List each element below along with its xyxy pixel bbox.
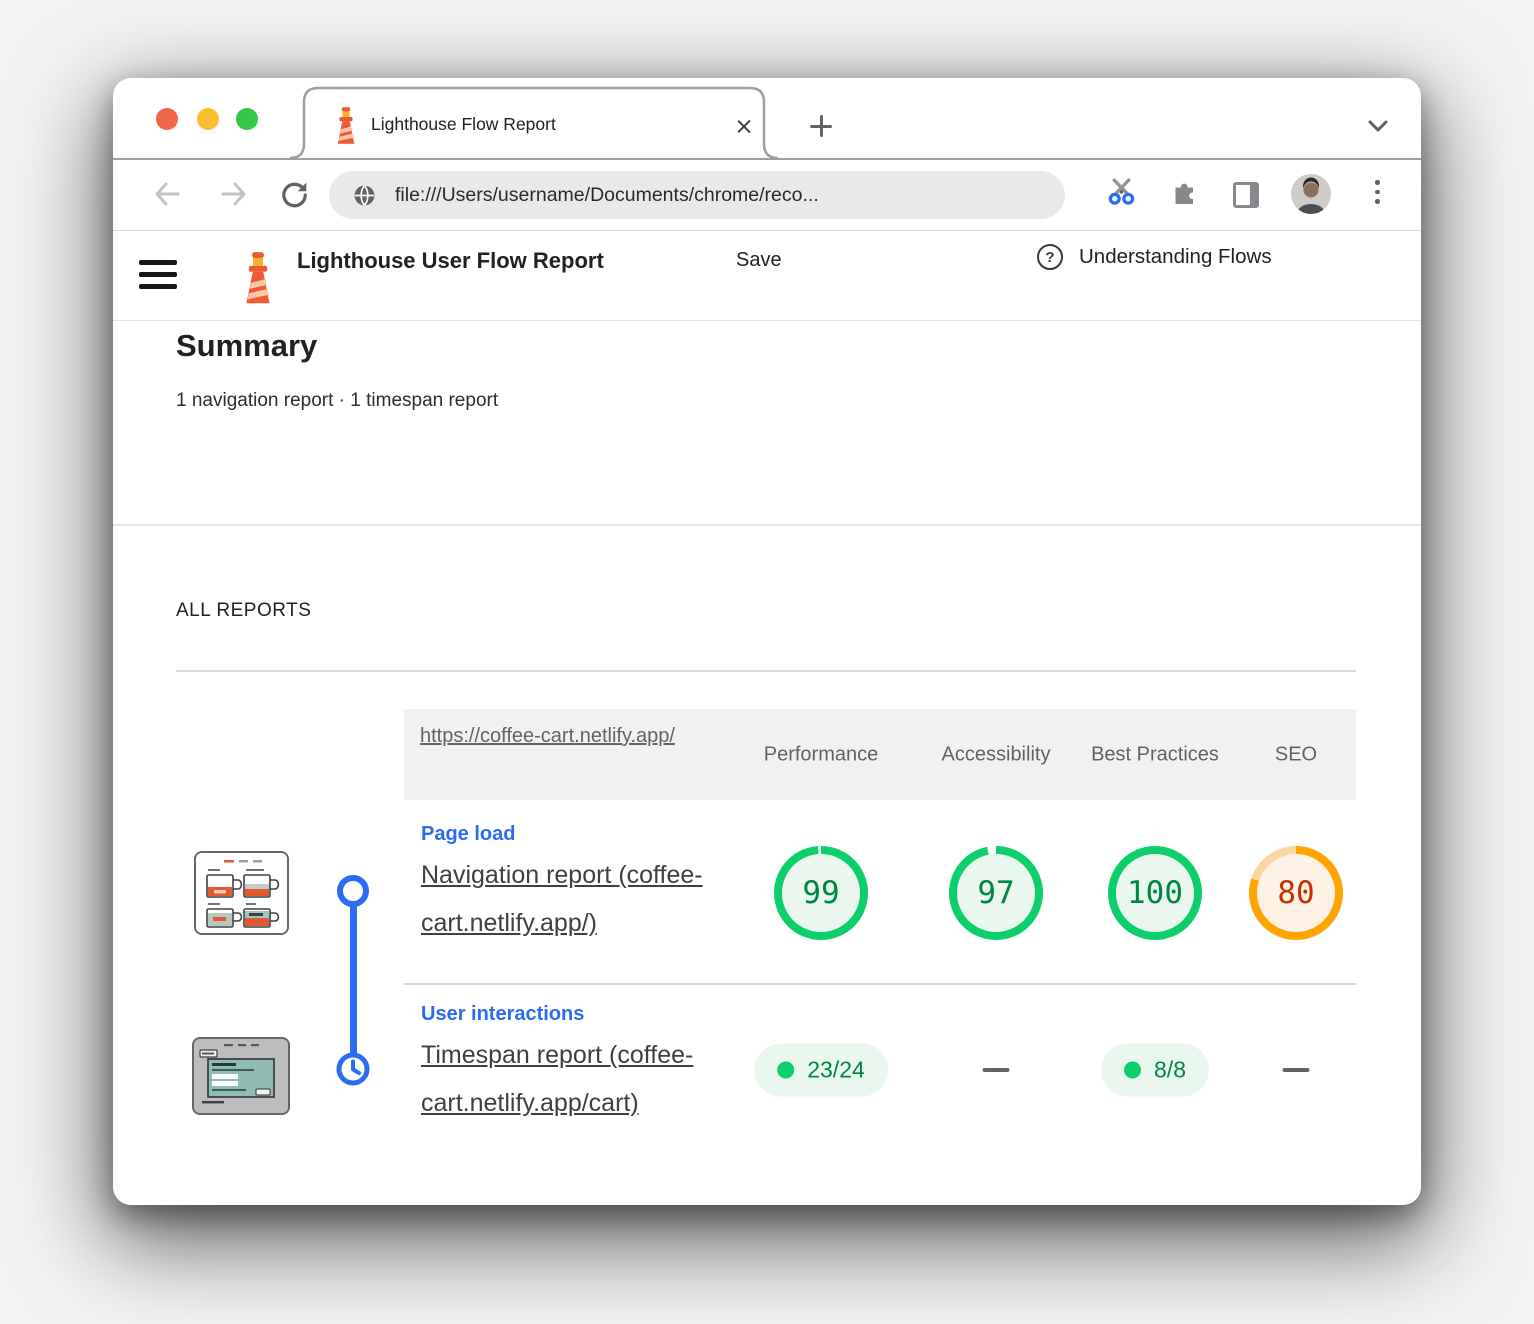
forward-button[interactable] <box>220 180 250 208</box>
score-gauge[interactable]: 100 <box>1108 846 1202 940</box>
score-cell: 23/24 <box>754 1044 888 1097</box>
audit-ratio-value: 8/8 <box>1154 1057 1186 1084</box>
browser-menu-icon[interactable] <box>1375 180 1380 209</box>
score-gauge[interactable]: 80 <box>1249 846 1343 940</box>
save-button[interactable]: Save <box>736 249 782 272</box>
flow-timeline-line <box>350 904 357 1070</box>
score-value: 100 <box>1116 854 1194 932</box>
score-gauge[interactable]: 97 <box>949 846 1043 940</box>
score-value: 97 <box>957 854 1035 932</box>
score-gauge[interactable]: 99 <box>774 846 868 940</box>
tab-close-icon[interactable] <box>735 118 752 135</box>
column-header-best-practices: Best Practices <box>1088 741 1223 770</box>
avatar-photo <box>1291 174 1331 214</box>
pass-dot-icon <box>777 1062 794 1079</box>
summary-subtitle: 1 navigation report · 1 timespan report <box>176 390 498 412</box>
extensions-puzzle-icon[interactable] <box>1171 178 1199 206</box>
browser-window: Lighthouse Flow Report file:///Users/use… <box>113 78 1421 1205</box>
site-url-link[interactable]: https://coffee-cart.netlify.app/ <box>420 720 690 752</box>
audit-ratio-badge: 8/8 <box>1101 1044 1209 1097</box>
column-header-accessibility: Accessibility <box>911 741 1081 770</box>
all-reports-heading: ALL REPORTS <box>176 600 311 622</box>
not-applicable-dash-icon <box>983 1068 1010 1072</box>
payment-modal-preview <box>194 1039 288 1113</box>
new-tab-button[interactable] <box>810 115 832 137</box>
timespan-report-thumbnail <box>192 1037 290 1115</box>
address-bar[interactable]: file:///Users/username/Documents/chrome/… <box>329 171 1065 219</box>
app-header: Lighthouse User Flow Report Save ? Under… <box>113 230 1421 321</box>
url-text[interactable]: file:///Users/username/Documents/chrome/… <box>395 184 819 207</box>
traffic-light-zoom[interactable] <box>236 108 258 130</box>
score-cell <box>1283 1068 1310 1072</box>
navigation-report-link[interactable]: Navigation report (coffee-cart.netlify.a… <box>421 851 783 947</box>
reload-button[interactable] <box>279 180 309 210</box>
reports-divider <box>176 670 1356 672</box>
back-button[interactable] <box>151 180 181 208</box>
summary-title: Summary <box>176 328 317 364</box>
not-applicable-dash-icon <box>1283 1068 1310 1072</box>
report-type-label: User interactions <box>421 1003 584 1026</box>
screenshot-scissors-icon[interactable] <box>1107 177 1136 206</box>
lighthouse-favicon-icon <box>331 106 361 144</box>
score-value: 80 <box>1257 854 1335 932</box>
page-title: Lighthouse User Flow Report <box>297 248 604 274</box>
lighthouse-logo-icon <box>237 250 279 304</box>
traffic-light-minimize[interactable] <box>197 108 219 130</box>
navigation-step-icon <box>337 875 369 907</box>
site-globe-icon[interactable] <box>353 184 376 207</box>
score-cell: 97 <box>949 846 1043 940</box>
score-cell: 80 <box>1249 846 1343 940</box>
report-type-label: Page load <box>421 823 515 846</box>
help-label: Understanding Flows <box>1079 245 1272 269</box>
column-header-performance: Performance <box>736 741 906 770</box>
menu-hamburger-icon[interactable] <box>139 260 177 290</box>
help-icon: ? <box>1037 244 1063 270</box>
browser-toolbar: file:///Users/username/Documents/chrome/… <box>113 160 1421 231</box>
traffic-light-close[interactable] <box>156 108 178 130</box>
understanding-flows-link[interactable]: ? Understanding Flows <box>1037 244 1272 270</box>
score-cell: 8/8 <box>1101 1044 1209 1097</box>
navigation-report-thumbnail <box>194 851 289 935</box>
pass-dot-icon <box>1124 1062 1141 1079</box>
tab-search-chevron-icon[interactable] <box>1366 118 1390 134</box>
timespan-report-link[interactable]: Timespan report (coffee-cart.netlify.app… <box>421 1031 783 1127</box>
side-panel-icon[interactable] <box>1233 182 1259 208</box>
score-cell: 99 <box>774 846 868 940</box>
tab-strip: Lighthouse Flow Report <box>113 78 1421 160</box>
audit-ratio-badge: 23/24 <box>754 1044 888 1097</box>
section-divider <box>113 524 1421 526</box>
score-value: 99 <box>782 854 860 932</box>
tab-title: Lighthouse Flow Report <box>371 114 556 135</box>
row-divider <box>404 983 1356 985</box>
coffee-cart-page-preview <box>196 853 287 933</box>
timespan-clock-icon <box>336 1052 370 1086</box>
audit-ratio-value: 23/24 <box>807 1057 865 1084</box>
score-cell <box>983 1068 1010 1072</box>
profile-avatar[interactable] <box>1291 174 1331 214</box>
score-cell: 100 <box>1108 846 1202 940</box>
column-header-seo: SEO <box>1251 741 1341 770</box>
